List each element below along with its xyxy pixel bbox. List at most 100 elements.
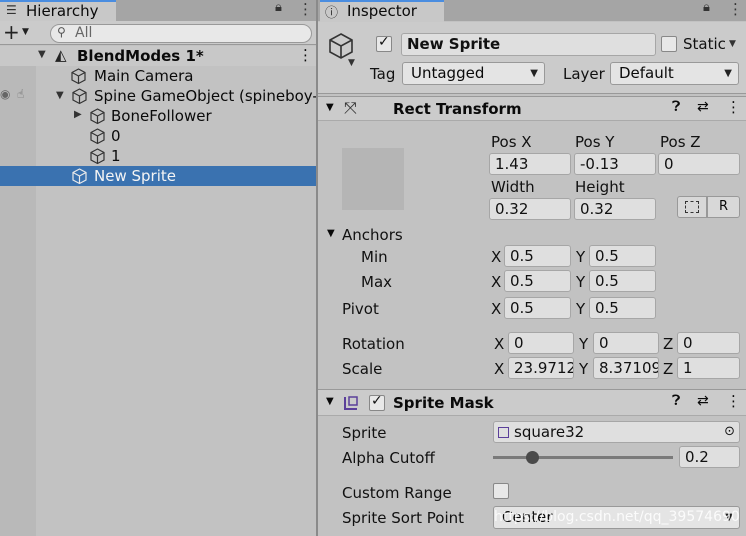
alpha-cutoff-slider-track[interactable] (493, 456, 673, 459)
pivot-y-field[interactable]: 0.5 (589, 297, 656, 319)
dotted-rect-icon (685, 201, 699, 213)
anchor-max-y-field[interactable]: 0.5 (589, 270, 656, 292)
hierarchy-item-label: Spine GameObject (spineboy-p (94, 87, 316, 105)
axis-y-label: Y (576, 273, 586, 291)
chevron-down-icon: ▼ (530, 68, 538, 79)
scale-x-field[interactable]: 23.9712 (508, 357, 574, 379)
pickable-hand-icon[interactable]: ☝ (17, 87, 24, 101)
rotation-x-field[interactable]: 0 (508, 332, 574, 354)
collapse-arrow-icon[interactable]: ▼ (326, 396, 334, 407)
more-options-icon[interactable]: ⋮ (728, 0, 743, 18)
pos-x-field[interactable]: 1.43 (489, 153, 571, 175)
axis-x-label: X (491, 300, 502, 318)
pos-z-field[interactable]: 0 (658, 153, 740, 175)
scale-y-field[interactable]: 8.37109 (593, 357, 659, 379)
pos-z-label: Pos Z (660, 133, 701, 151)
sprite-object-field[interactable]: square32 ⊙ (493, 421, 740, 443)
anchor-max-x-field[interactable]: 0.5 (504, 270, 571, 292)
hierarchy-list-icon: ☰ (6, 3, 17, 17)
width-field[interactable]: 0.32 (489, 198, 571, 220)
static-checkbox[interactable] (661, 36, 677, 52)
hierarchy-search-input[interactable]: ⚲ All (50, 24, 312, 43)
hierarchy-item-1[interactable]: 1 (36, 146, 316, 166)
anchor-min-label: Min (361, 248, 388, 266)
more-options-icon[interactable]: ⋮ (298, 0, 313, 18)
collapse-arrow-icon[interactable]: ▼ (326, 102, 334, 113)
anchor-presets-button[interactable] (342, 148, 404, 210)
scale-label: Scale (342, 360, 383, 378)
pivot-x-field[interactable]: 0.5 (504, 297, 571, 319)
help-icon[interactable]: ❓︎ (672, 99, 680, 115)
presets-icon[interactable]: ⇄ (697, 99, 709, 115)
anchor-min-y-field[interactable]: 0.5 (589, 245, 656, 267)
width-label: Width (491, 178, 535, 196)
expand-arrow-icon[interactable]: ▼ (56, 90, 64, 101)
scene-row[interactable]: ▼ ◭ BlendModes 1* ⋮ (0, 46, 316, 66)
visibility-eye-icon[interactable]: ◉ (0, 87, 10, 101)
sprite-mask-icon (344, 396, 358, 410)
raw-edit-button[interactable]: R (707, 196, 740, 218)
hierarchy-gutter (0, 46, 36, 536)
add-icon[interactable]: + (3, 21, 20, 43)
custom-range-checkbox[interactable] (493, 483, 509, 499)
hierarchy-panel: ☰ Hierarchy 🔒︎ ⋮ + ▼ ⚲ All ▼ ◭ BlendMode… (0, 0, 316, 536)
lock-icon[interactable]: 🔒︎ (703, 0, 710, 15)
rotation-y-field[interactable]: 0 (593, 332, 659, 354)
hierarchy-item-new-sprite[interactable]: New Sprite (0, 166, 316, 186)
alpha-cutoff-field[interactable]: 0.2 (679, 446, 740, 468)
sprite-mask-enabled-checkbox[interactable] (369, 393, 385, 411)
sprite-mask-title: Sprite Mask (393, 394, 494, 412)
hierarchy-item-label: 0 (111, 127, 121, 145)
gameobject-cube-icon (90, 128, 105, 145)
blueprint-mode-button[interactable] (677, 196, 707, 218)
gameobject-large-cube-icon[interactable] (327, 32, 355, 60)
presets-icon[interactable]: ⇄ (697, 393, 709, 409)
hierarchy-item-bonefollower[interactable]: ▶ BoneFollower (36, 106, 316, 126)
sprite-asset-icon (498, 427, 509, 438)
chevron-down-icon[interactable]: ▼ (22, 27, 29, 37)
axis-y-label: Y (579, 360, 589, 378)
object-picker-icon[interactable]: ⊙ (724, 422, 735, 442)
watermark: https://blog.csdn.net/qq_39574690 (494, 509, 740, 525)
gameobject-cube-icon (72, 88, 87, 105)
component-menu-icon[interactable]: ⋮ (726, 392, 741, 410)
height-label: Height (575, 178, 625, 196)
collapsed-arrow-icon[interactable]: ▶ (74, 109, 82, 120)
chevron-down-icon: ▼ (724, 68, 732, 79)
pivot-label: Pivot (342, 300, 379, 318)
axis-x-label: X (494, 335, 505, 353)
anchors-label[interactable]: Anchors (342, 226, 403, 244)
help-icon[interactable]: ❓︎ (672, 393, 680, 409)
tab-hierarchy[interactable]: ☰ Hierarchy (0, 0, 116, 22)
active-checkbox[interactable] (376, 34, 392, 52)
anchors-collapse-icon[interactable]: ▼ (327, 228, 335, 239)
search-icon: ⚲ (57, 25, 66, 39)
icon-dropdown-arrow-icon[interactable]: ▼ (348, 58, 355, 68)
hierarchy-item-main-camera[interactable]: Main Camera (36, 66, 316, 86)
alpha-cutoff-slider-thumb[interactable] (526, 451, 539, 464)
pos-y-field[interactable]: -0.13 (574, 153, 656, 175)
rotation-z-field[interactable]: 0 (677, 332, 740, 354)
component-menu-icon[interactable]: ⋮ (726, 98, 741, 116)
unity-scene-icon: ◭ (55, 46, 67, 64)
layer-dropdown[interactable]: Default ▼ (610, 62, 739, 85)
scene-more-icon[interactable]: ⋮ (298, 46, 313, 64)
tab-inspector[interactable]: ⓘ Inspector (320, 0, 444, 22)
rect-transform-header[interactable]: ▼ ⤧ Rect Transform ❓︎ ⇄ ⋮ (318, 96, 746, 121)
sprite-mask-header[interactable]: ▼ Sprite Mask ❓︎ ⇄ ⋮ (318, 389, 746, 416)
object-name-input[interactable]: New Sprite (401, 33, 656, 56)
lock-icon[interactable]: 🔒︎ (275, 0, 282, 15)
static-dropdown-icon[interactable]: ▼ (729, 39, 736, 49)
info-icon: ⓘ (325, 6, 339, 21)
height-field[interactable]: 0.32 (574, 198, 656, 220)
scale-z-field[interactable]: 1 (677, 357, 740, 379)
static-label[interactable]: Static (683, 35, 726, 53)
axis-x-label: X (491, 248, 502, 266)
expand-arrow-icon[interactable]: ▼ (38, 49, 46, 60)
anchor-min-x-field[interactable]: 0.5 (504, 245, 571, 267)
hierarchy-item-spine-gameobject[interactable]: ◉ ☝ ▼ Spine GameObject (spineboy-p (0, 86, 316, 106)
raw-edit-label: R (718, 199, 729, 214)
hierarchy-item-0[interactable]: 0 (36, 126, 316, 146)
tag-dropdown[interactable]: Untagged ▼ (402, 62, 545, 85)
hierarchy-item-label: Main Camera (94, 67, 194, 85)
